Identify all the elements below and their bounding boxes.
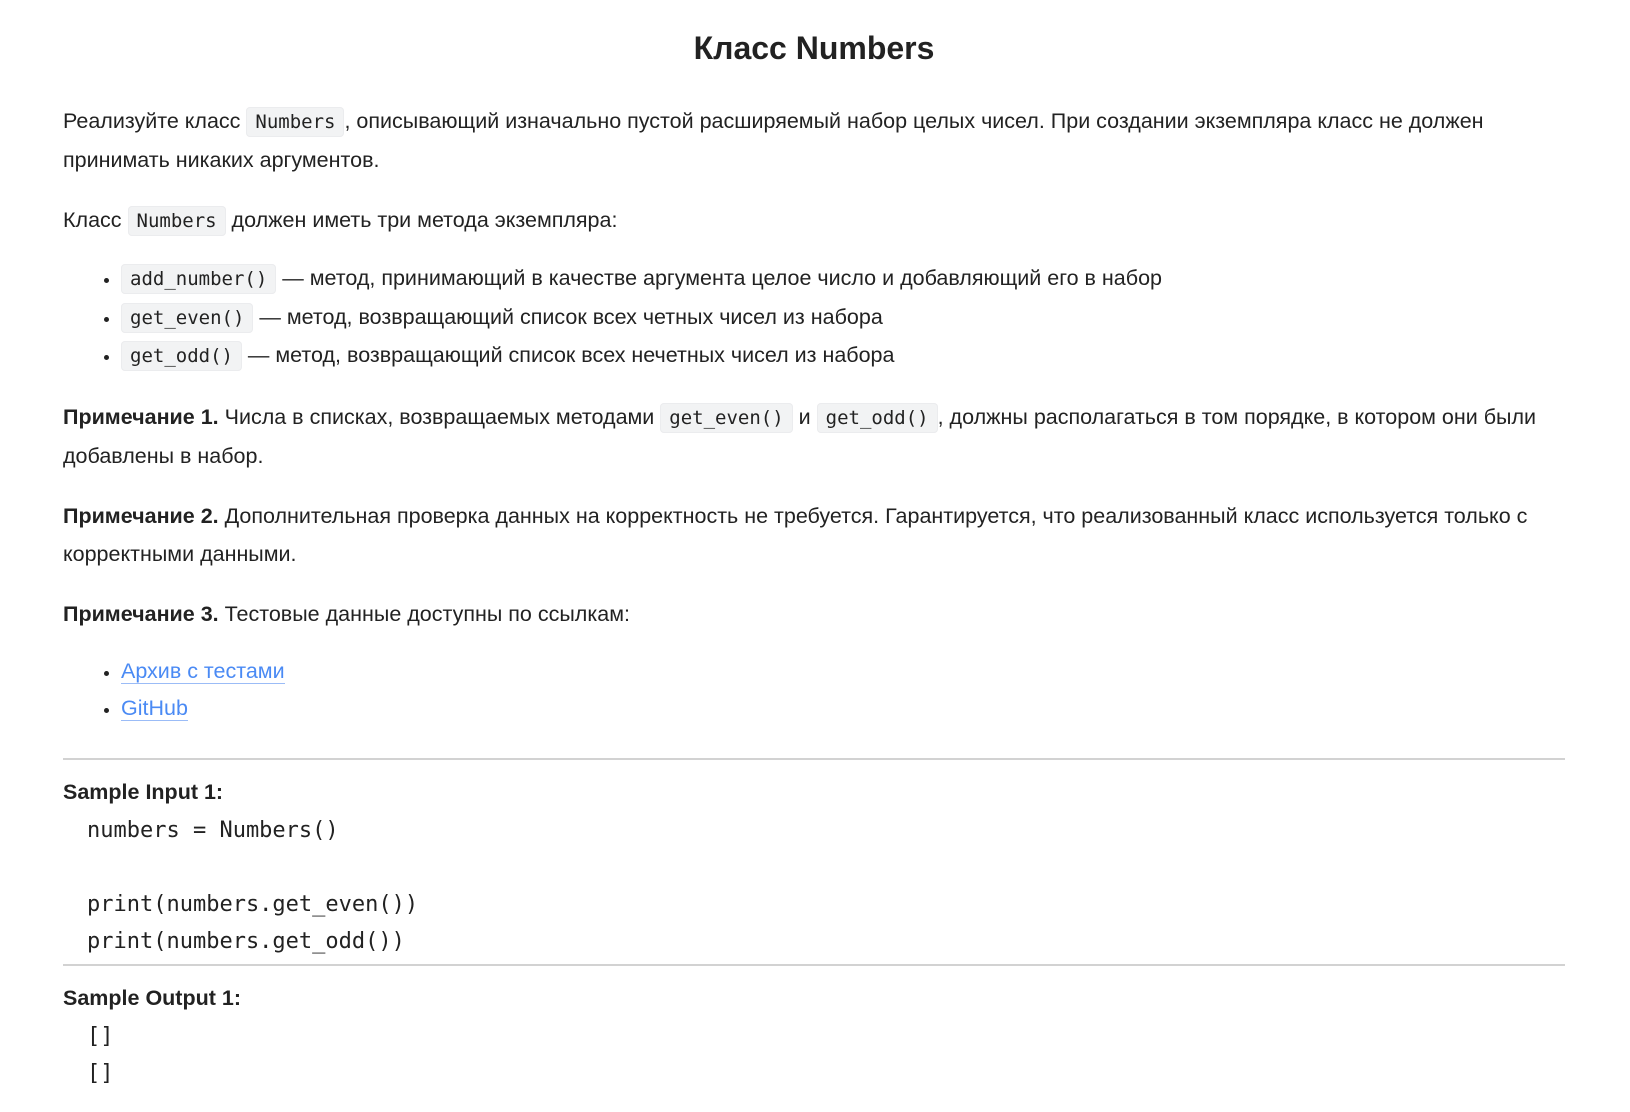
text: — метод, принимающий в качестве аргумент… bbox=[276, 266, 1162, 290]
inline-code: get_even() bbox=[660, 402, 793, 433]
inline-code: get_odd() bbox=[121, 341, 242, 371]
sample-input-code: numbers = Numbers() print(numbers.get_ev… bbox=[87, 817, 419, 954]
note-label: Примечание 3. bbox=[63, 601, 219, 626]
divider bbox=[63, 757, 1565, 760]
methods-list: add_number() — метод, принимающий в каче… bbox=[63, 260, 1565, 376]
text: Реализуйте класс bbox=[63, 109, 247, 133]
github-link[interactable]: GitHub bbox=[121, 696, 188, 721]
inline-code: get_even() bbox=[121, 302, 254, 333]
text: — метод, возвращающий список всех нечетн… bbox=[241, 343, 895, 367]
note-2: Примечание 2. Дополнительная проверка да… bbox=[63, 497, 1565, 573]
text: Тестовые данные доступны по ссылкам: bbox=[218, 601, 630, 626]
sample-input-label: Sample Input 1: bbox=[63, 779, 224, 804]
text: Дополнительная проверка данных на коррек… bbox=[63, 503, 1528, 566]
list-item: get_even() — метод, возвращающий список … bbox=[121, 299, 1565, 338]
sample-output-code: [] [] bbox=[87, 1023, 114, 1086]
links-list: Архив с тестами GitHub bbox=[63, 653, 1565, 728]
inline-code: get_odd() bbox=[816, 402, 938, 433]
list-item: add_number() — метод, принимающий в каче… bbox=[121, 260, 1565, 299]
page-title: Класс Numbers bbox=[693, 30, 935, 66]
list-item: Архив с тестами bbox=[121, 653, 1565, 691]
note-label: Примечание 1. bbox=[63, 404, 219, 429]
text: должен иметь три метода экземпляра: bbox=[225, 208, 618, 232]
list-item: GitHub bbox=[121, 690, 1565, 728]
text: и bbox=[792, 404, 817, 429]
text: Числа в списках, возвращаемых методами bbox=[218, 404, 661, 429]
intro-paragraph: Реализуйте класс Numbers, описывающий из… bbox=[63, 102, 1565, 179]
inline-code: add_number() bbox=[121, 264, 277, 294]
methods-intro: Класс Numbers должен иметь три метода эк… bbox=[63, 201, 1565, 240]
note-1: Примечание 1. Числа в списках, возвращае… bbox=[63, 398, 1565, 475]
text: — метод, возвращающий список всех четных… bbox=[253, 304, 883, 329]
note-label: Примечание 2. bbox=[63, 503, 219, 528]
tests-archive-link[interactable]: Архив с тестами bbox=[121, 658, 285, 684]
note-3: Примечание 3. Тестовые данные доступны п… bbox=[63, 595, 1565, 633]
inline-code: Numbers bbox=[246, 107, 345, 137]
sample-output-label: Sample Output 1: bbox=[63, 985, 241, 1010]
text: Класс bbox=[63, 208, 128, 232]
list-item: get_odd() — метод, возвращающий список в… bbox=[121, 337, 1565, 376]
divider bbox=[63, 963, 1565, 966]
inline-code: Numbers bbox=[127, 206, 226, 236]
problem-statement: Класс Numbers Реализуйте класс Numbers, … bbox=[63, 0, 1565, 1092]
